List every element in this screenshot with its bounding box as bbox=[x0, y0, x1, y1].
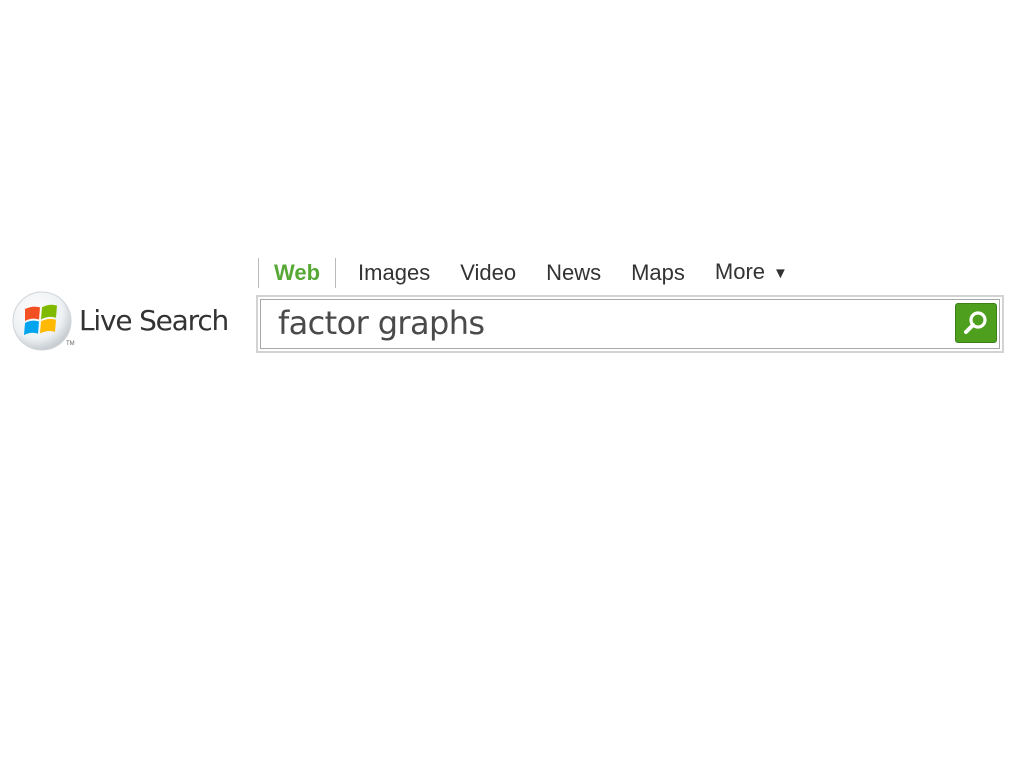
trademark-label: TM bbox=[66, 341, 75, 347]
windows-flag-icon bbox=[12, 291, 72, 351]
search-input[interactable] bbox=[278, 303, 938, 343]
tab-news[interactable]: News bbox=[531, 258, 616, 288]
search-icon bbox=[964, 311, 987, 334]
page: Live Search TM Web Images Video News Map… bbox=[0, 0, 1024, 768]
tab-more-label: More bbox=[714, 259, 766, 284]
search-box bbox=[256, 295, 1004, 353]
tab-video[interactable]: Video bbox=[445, 258, 531, 288]
tab-web[interactable]: Web bbox=[259, 258, 335, 288]
search-button[interactable] bbox=[955, 303, 997, 343]
search-scope-tabs: Web Images Video News Maps More ▼ bbox=[258, 258, 803, 288]
logo-wordmark: Live Search bbox=[79, 304, 229, 337]
chevron-down-icon: ▼ bbox=[773, 265, 788, 282]
tab-images[interactable]: Images bbox=[336, 258, 445, 288]
tab-maps[interactable]: Maps bbox=[616, 258, 700, 288]
live-search-logo[interactable]: Live Search TM bbox=[10, 289, 245, 355]
tab-more[interactable]: More ▼ bbox=[700, 257, 803, 289]
